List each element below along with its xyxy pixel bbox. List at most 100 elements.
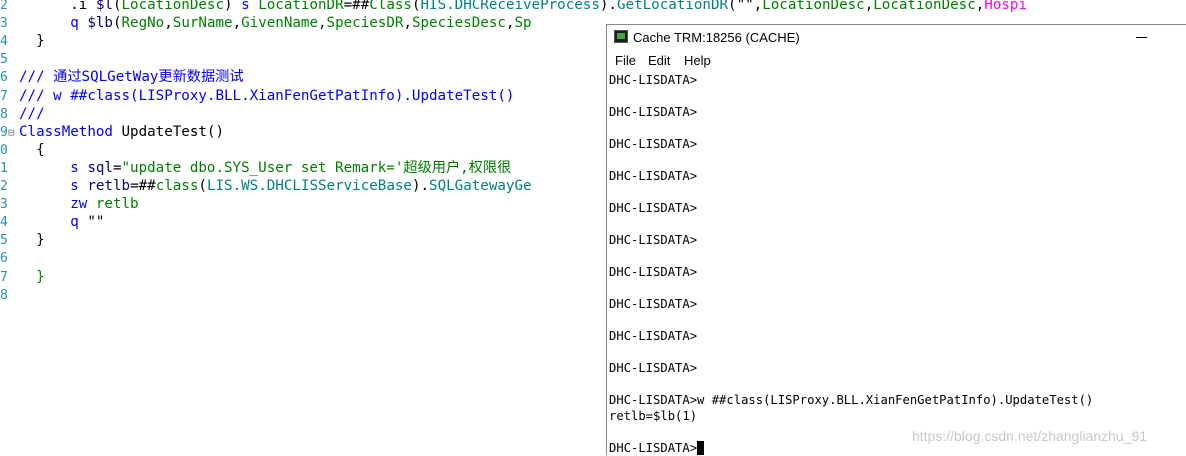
code-token: ).: [599, 0, 617, 13]
code-token: SpeciesDR: [326, 15, 404, 32]
terminal-line: DHC-LISDATA>: [609, 265, 698, 279]
line-number: 2: [0, 179, 8, 194]
code-token: /// 通过SQLGetWay更新数据测试: [19, 69, 244, 86]
code-line[interactable]: 9⊟ ClassMethod UpdateTest(): [0, 123, 224, 141]
code-token: =##: [130, 178, 156, 194]
code-token: s: [241, 0, 259, 13]
line-number: 8: [0, 287, 8, 303]
code-token: LocationDesc: [873, 0, 976, 13]
code-token: Hospi: [984, 0, 1028, 13]
terminal-line: DHC-LISDATA>: [609, 105, 698, 119]
line-number: 6: [0, 251, 8, 267]
code-token: "update dbo.SYS_User set Remark='超级用户,权限…: [121, 159, 512, 176]
code-token: GetLocationDR: [616, 0, 729, 13]
line-number: 3: [0, 197, 8, 213]
code-token: UpdateTest(): [121, 123, 225, 140]
code-token: =: [112, 159, 122, 176]
terminal-line: DHC-LISDATA>: [609, 233, 698, 247]
code-line[interactable]: 3 zw retlb: [0, 195, 139, 213]
code-token: (: [411, 0, 421, 13]
code-token: retlb: [95, 196, 139, 213]
terminal-line: retlb=$lb(1): [609, 409, 698, 423]
code-token: LocationDesc: [121, 0, 225, 13]
line-number: 4: [0, 34, 8, 50]
minimize-button[interactable]: [1127, 25, 1161, 51]
code-token: ,: [164, 15, 173, 32]
code-line[interactable]: 6: [0, 249, 19, 267]
menu-help[interactable]: Help: [684, 53, 711, 68]
code-token: ,: [864, 0, 874, 13]
code-token: ,: [975, 0, 985, 13]
code-line[interactable]: 2 .i $l(LocationDesc) s LocationDR=##Cla…: [0, 0, 1027, 14]
code-token: (: [112, 0, 122, 13]
fold-toggle-icon[interactable]: ⊟: [8, 124, 19, 142]
code-token: RegNo: [121, 15, 165, 32]
code-token: (: [198, 178, 207, 194]
line-number: 8: [0, 106, 8, 122]
code-token: LocationDR: [258, 0, 344, 13]
line-number: 0: [0, 142, 8, 158]
menu-bar: File Edit Help: [607, 51, 1186, 71]
code-token: q: [70, 214, 88, 231]
line-number: 5: [0, 52, 8, 68]
code-line[interactable]: 0 {: [0, 141, 45, 159]
code-token: q: [70, 15, 88, 32]
code-line[interactable]: 3 q $lb(RegNo,SurName,GivenName,SpeciesD…: [0, 14, 532, 32]
code-line[interactable]: 5 }: [0, 231, 45, 249]
code-line[interactable]: 4 q "": [0, 213, 104, 231]
line-number: 3: [0, 16, 8, 32]
code-token: ): [224, 0, 242, 13]
menu-edit[interactable]: Edit: [648, 53, 670, 68]
terminal-app-icon: [614, 30, 628, 43]
code-token: HIS.DHCReceiveProcess: [420, 0, 600, 13]
code-token: "": [87, 214, 105, 231]
terminal-output[interactable]: DHC-LISDATA> DHC-LISDATA> DHC-LISDATA> DHC-…: [607, 71, 1186, 456]
code-line[interactable]: 5: [0, 50, 19, 68]
code-line[interactable]: 8: [0, 286, 19, 304]
code-token: SpeciesDesc: [411, 15, 506, 32]
terminal-line: DHC-LISDATA>: [609, 201, 698, 215]
code-token: LocationDesc: [762, 0, 865, 13]
code-token: $l: [95, 0, 113, 13]
watermark-text: https://blog.csdn.net/zhanglianzhu_91: [912, 428, 1148, 444]
menu-file[interactable]: File: [615, 53, 636, 68]
terminal-line: DHC-LISDATA>: [609, 441, 705, 456]
code-token: s: [70, 178, 88, 194]
code-line[interactable]: 2 s retlb=##class(LIS.WS.DHCLISServiceBa…: [0, 177, 532, 195]
code-token: ,: [403, 15, 412, 32]
terminal-line: DHC-LISDATA>: [609, 137, 698, 151]
text-cursor: [697, 441, 705, 455]
code-token: =##: [343, 0, 370, 13]
code-token: class: [155, 178, 199, 194]
terminal-line: DHC-LISDATA>: [609, 361, 698, 375]
code-token: LIS.WS.DHCLISServiceBase: [206, 178, 412, 194]
code-line[interactable]: 7 }: [0, 268, 45, 286]
code-line[interactable]: 6 /// 通过SQLGetWay更新数据测试: [0, 68, 244, 86]
line-number: 7: [0, 88, 8, 104]
title-bar[interactable]: Cache TRM:18256 (CACHE): [607, 25, 1186, 51]
code-token: s: [70, 159, 88, 176]
code-line[interactable]: 7 /// w ##class(LISProxy.BLL.XianFenGetPa…: [0, 87, 514, 105]
code-token: retlb: [87, 178, 131, 194]
terminal-line: DHC-LISDATA>w ##class(LISProxy.BLL.XianF…: [609, 393, 1094, 407]
line-number: 2: [0, 0, 8, 13]
code-line[interactable]: 4 }: [0, 32, 45, 50]
line-number: 6: [0, 70, 8, 86]
code-token: }: [36, 232, 45, 249]
code-token: ,: [318, 15, 327, 32]
code-line[interactable]: 8 ///: [0, 105, 45, 123]
code-token: /// w ##class(LISProxy.BLL.XianFenGetPat…: [19, 87, 515, 104]
code-token: }: [36, 33, 45, 50]
code-line[interactable]: 1 s sql="update dbo.SYS_User set Remark=…: [0, 159, 511, 177]
line-number: 7: [0, 269, 8, 285]
code-token: zw: [70, 196, 96, 213]
code-token: sql: [87, 159, 113, 176]
terminal-window[interactable]: Cache TRM:18256 (CACHE) File Edit Help D…: [606, 24, 1186, 455]
